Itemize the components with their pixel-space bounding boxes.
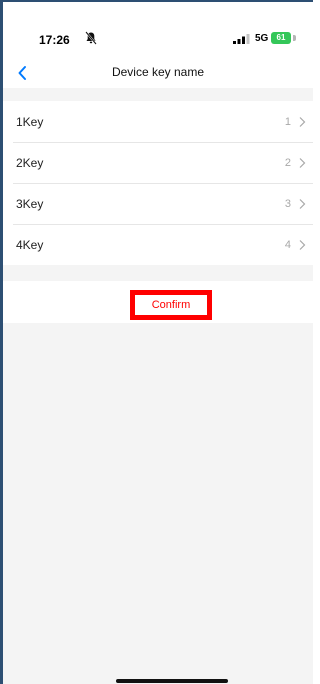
phone-screen: 17:26 5G 61 Device key name 1Key 1 2Key …: [0, 0, 313, 684]
key-row-1[interactable]: 1Key 1: [3, 101, 313, 142]
chevron-right-icon: [299, 116, 306, 127]
signal-icon: [233, 34, 250, 44]
status-time: 17:26: [39, 33, 70, 47]
key-value: 1: [284, 115, 291, 128]
key-list: 1Key 1 2Key 2 3Key 3 4Key 4: [3, 101, 313, 265]
confirm-section: Confirm: [3, 281, 313, 323]
battery-icon: 61: [271, 32, 291, 44]
key-label: 2Key: [16, 155, 44, 170]
page-title: Device key name: [111, 65, 205, 79]
key-value: 4: [284, 238, 291, 251]
key-value: 3: [284, 197, 291, 210]
chevron-right-icon: [299, 198, 306, 209]
home-indicator[interactable]: [116, 679, 228, 683]
chevron-right-icon: [299, 239, 306, 250]
battery-tip: [293, 35, 296, 41]
key-label: 1Key: [16, 114, 44, 129]
key-row-4[interactable]: 4Key 4: [3, 224, 313, 265]
chevron-right-icon: [299, 157, 306, 168]
key-row-2[interactable]: 2Key 2: [3, 142, 313, 183]
key-value: 2: [284, 156, 291, 169]
bell-slash-icon: [85, 31, 97, 45]
key-label: 4Key: [16, 237, 44, 252]
confirm-button[interactable]: Confirm: [130, 290, 212, 320]
key-row-3[interactable]: 3Key 3: [3, 183, 313, 224]
status-bar: 17:26 5G 61: [3, 2, 313, 58]
key-label: 3Key: [16, 196, 44, 211]
nav-bar: Device key name: [3, 58, 313, 88]
network-type: 5G: [255, 33, 269, 44]
